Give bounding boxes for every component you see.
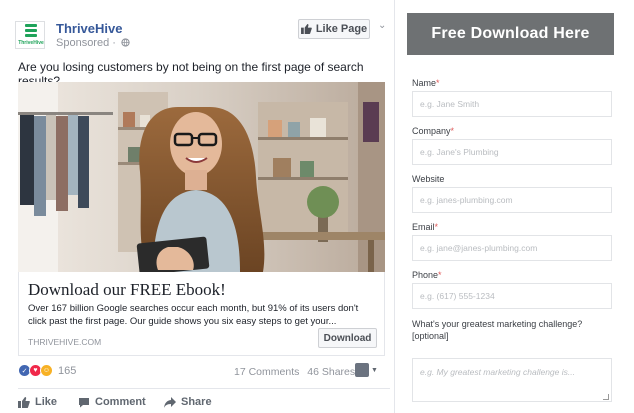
facebook-ad-card: ThriveHive ThriveHive Sponsored · Like P… [0,0,395,413]
thrivehive-logo-icon [25,24,37,38]
challenge-textarea[interactable] [412,358,612,402]
comment-label: Comment [95,396,146,408]
ad-action-bar: Like Comment Share [18,388,390,413]
name-label: Name* [412,78,440,88]
required-marker: * [438,270,442,280]
download-button[interactable]: Download [318,328,377,348]
share-button[interactable]: Share [164,396,212,408]
website-field[interactable] [412,187,612,213]
ad-image[interactable] [18,82,385,272]
ad-description: Over 167 billion Google searches occur e… [28,303,359,327]
sponsored-label: Sponsored · [56,37,130,49]
thumbs-up-icon [18,396,30,408]
form-header: Free Download Here [407,13,614,55]
download-form: Free Download Here Name* Company* Websit… [396,0,634,413]
avatar [355,363,369,377]
website-label-text: Website [412,174,445,184]
chevron-down-icon[interactable]: ⌄ [378,20,386,31]
caret-down-icon: ▼ [371,366,378,374]
form-title: Free Download Here [431,25,590,42]
page-name-link[interactable]: ThriveHive [56,21,122,36]
shares-count-link[interactable]: 46 Shares [307,366,355,378]
phone-label: Phone* [412,270,442,280]
challenge-label: What's your greatest marketing challenge… [412,319,583,341]
company-label-text: Company [412,126,451,136]
like-page-label: Like Page [315,23,368,35]
resize-handle-icon[interactable] [603,394,609,400]
name-label-text: Name [412,78,437,88]
ad-header: ThriveHive ThriveHive Sponsored · Like P… [0,0,395,55]
haha-reaction-icon: ☺ [40,364,53,377]
required-marker: * [450,126,455,136]
reaction-count: 165 [58,364,77,377]
ad-link-preview[interactable]: Download our FREE Ebook! Over 167 billio… [18,272,385,356]
globe-icon [121,38,130,47]
comment-button[interactable]: Comment [78,396,146,408]
website-label: Website [412,174,444,184]
like-page-button[interactable]: Like Page [298,19,370,39]
like-label: Like [35,396,58,408]
company-label: Company* [412,126,454,136]
share-label: Share [181,396,212,408]
phone-label-text: Phone [412,270,439,280]
required-marker: * [434,222,439,232]
boutique-photo [18,82,385,272]
share-icon [164,396,176,408]
comments-count-link[interactable]: 17 Comments [234,366,299,378]
comment-icon [79,397,89,407]
like-button[interactable]: Like [18,396,57,408]
ad-domain: THRIVEHIVE.COM [28,337,102,347]
email-label-text: Email [412,222,435,232]
company-field[interactable] [412,139,612,165]
engagement-counts: 17 Comments 46 Shares [234,366,360,378]
reaction-avatar-picker[interactable]: ▼ [355,363,378,377]
email-label: Email* [412,222,438,232]
logo-text: ThriveHive [18,40,44,46]
ad-headline[interactable]: Download our FREE Ebook! [28,280,226,300]
required-marker: * [436,78,440,88]
sponsored-text: Sponsored · [56,37,116,49]
thumbs-up-icon [300,24,312,34]
phone-field[interactable] [412,283,612,309]
email-field[interactable] [412,235,612,261]
page-avatar[interactable]: ThriveHive [15,21,45,49]
name-field[interactable] [412,91,612,117]
reaction-summary[interactable]: ✓ ♥ ☺ 165 [18,364,76,377]
